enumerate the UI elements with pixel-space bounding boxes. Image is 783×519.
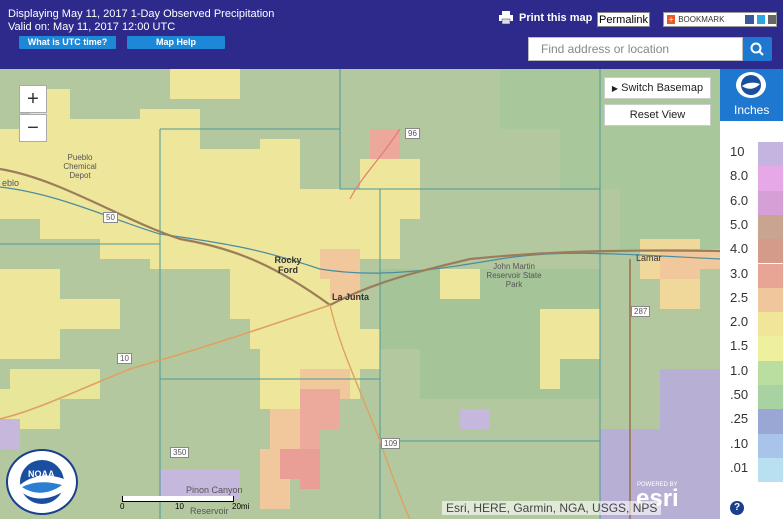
road-shield-10: 10 bbox=[117, 353, 132, 364]
twitter-icon[interactable] bbox=[756, 15, 765, 24]
legend-level-label: 2.0 bbox=[730, 314, 749, 330]
legend-level-label: 4.0 bbox=[730, 241, 749, 257]
legend-level-label: 1.0 bbox=[730, 362, 749, 378]
place-pinon-canyon: Pinon Canyon bbox=[186, 485, 243, 495]
legend-level-label: .25 bbox=[730, 411, 749, 427]
precipitation-map[interactable]: + − ▶ Switch Basemap Reset View Pueblo C… bbox=[0, 69, 720, 519]
permalink-button[interactable]: Permalink bbox=[597, 12, 650, 27]
bookmark-button[interactable]: + BOOKMARK bbox=[663, 12, 777, 27]
road-shield-96: 96 bbox=[405, 128, 420, 139]
scale-label-10: 10 bbox=[175, 502, 184, 511]
switch-basemap-label: Switch Basemap bbox=[621, 82, 704, 94]
noaa-bird-icon bbox=[20, 460, 64, 504]
road-shield-109: 109 bbox=[381, 438, 401, 449]
noaa-badge-icon bbox=[741, 75, 761, 95]
place-la-junta: La Junta bbox=[332, 292, 370, 302]
search-icon bbox=[750, 42, 764, 56]
valid-time: Valid on: May 11, 2017 12:00 UTC bbox=[8, 21, 176, 33]
help-icon[interactable]: ? bbox=[730, 501, 744, 515]
facebook-icon[interactable] bbox=[745, 15, 754, 24]
header-bar: Displaying May 11, 2017 1-Day Observed P… bbox=[0, 0, 783, 69]
road-shield-287: 287 bbox=[631, 306, 651, 317]
zoom-out-button[interactable]: − bbox=[19, 114, 47, 142]
legend-level-label: .10 bbox=[730, 435, 749, 451]
place-reservoir: Reservoir bbox=[190, 506, 229, 516]
place-pueblo-depot: Pueblo Chemical Depot bbox=[63, 153, 97, 180]
legend-unit: Inches bbox=[734, 103, 770, 117]
legend-level-label: 10 bbox=[730, 144, 745, 159]
zoom-in-button[interactable]: + bbox=[19, 85, 47, 113]
road-shield-350: 350 bbox=[170, 447, 190, 458]
noaa-logo: NOAA bbox=[6, 449, 78, 515]
legend-level-label: 8.0 bbox=[730, 168, 749, 184]
legend-level-label: .01 bbox=[730, 459, 749, 475]
email-icon[interactable] bbox=[767, 15, 776, 24]
road-shield-50: 50 bbox=[103, 212, 118, 223]
reset-view-button[interactable]: Reset View bbox=[604, 104, 711, 126]
map-help-button[interactable]: Map Help bbox=[127, 36, 225, 49]
bookmark-label: BOOKMARK bbox=[678, 15, 725, 24]
utc-time-button[interactable]: What is UTC time? bbox=[19, 36, 116, 49]
print-label: Print this map bbox=[519, 11, 593, 24]
scale-label-0: 0 bbox=[120, 502, 125, 511]
legend-level-label: 3.0 bbox=[730, 265, 749, 281]
legend-level-label: 2.5 bbox=[730, 289, 749, 305]
map-attribution: Esri, HERE, Garmin, NGA, USGS, NPS bbox=[442, 501, 662, 515]
location-search-input[interactable]: Find address or location bbox=[528, 37, 743, 61]
precip-legend: Inches ? 10 8.0 6.0 5.0 4.0 3.0 2.5 2.0 1.5 1.0 .5… bbox=[720, 69, 783, 519]
place-pueblo: eblo bbox=[2, 178, 20, 188]
printer-icon bbox=[499, 11, 513, 24]
legend-level-label: 1.5 bbox=[730, 338, 749, 354]
scale-label-20mi: 20mi bbox=[232, 502, 250, 511]
bookmark-plus-icon: + bbox=[667, 15, 676, 24]
legend-level-label: 5.0 bbox=[730, 216, 749, 232]
switch-basemap-button[interactable]: ▶ Switch Basemap bbox=[604, 77, 711, 99]
print-map-button[interactable]: Print this map bbox=[499, 11, 592, 24]
place-john-martin: John Martin Reservoir State Park bbox=[486, 262, 542, 289]
noaa-logo-text: NOAA bbox=[28, 469, 55, 479]
noaa-badge bbox=[736, 72, 766, 98]
caret-right-icon: ▶ bbox=[611, 84, 619, 93]
legend-header: Inches bbox=[720, 69, 783, 121]
place-rocky-ford: Rocky Ford bbox=[274, 255, 302, 275]
map-title: Displaying May 11, 2017 1-Day Observed P… bbox=[8, 8, 275, 20]
legend-level-label: .50 bbox=[730, 387, 749, 402]
search-button[interactable] bbox=[743, 37, 772, 61]
legend-level-label: 6.0 bbox=[730, 192, 749, 208]
place-lamar: Lamar bbox=[636, 253, 662, 263]
